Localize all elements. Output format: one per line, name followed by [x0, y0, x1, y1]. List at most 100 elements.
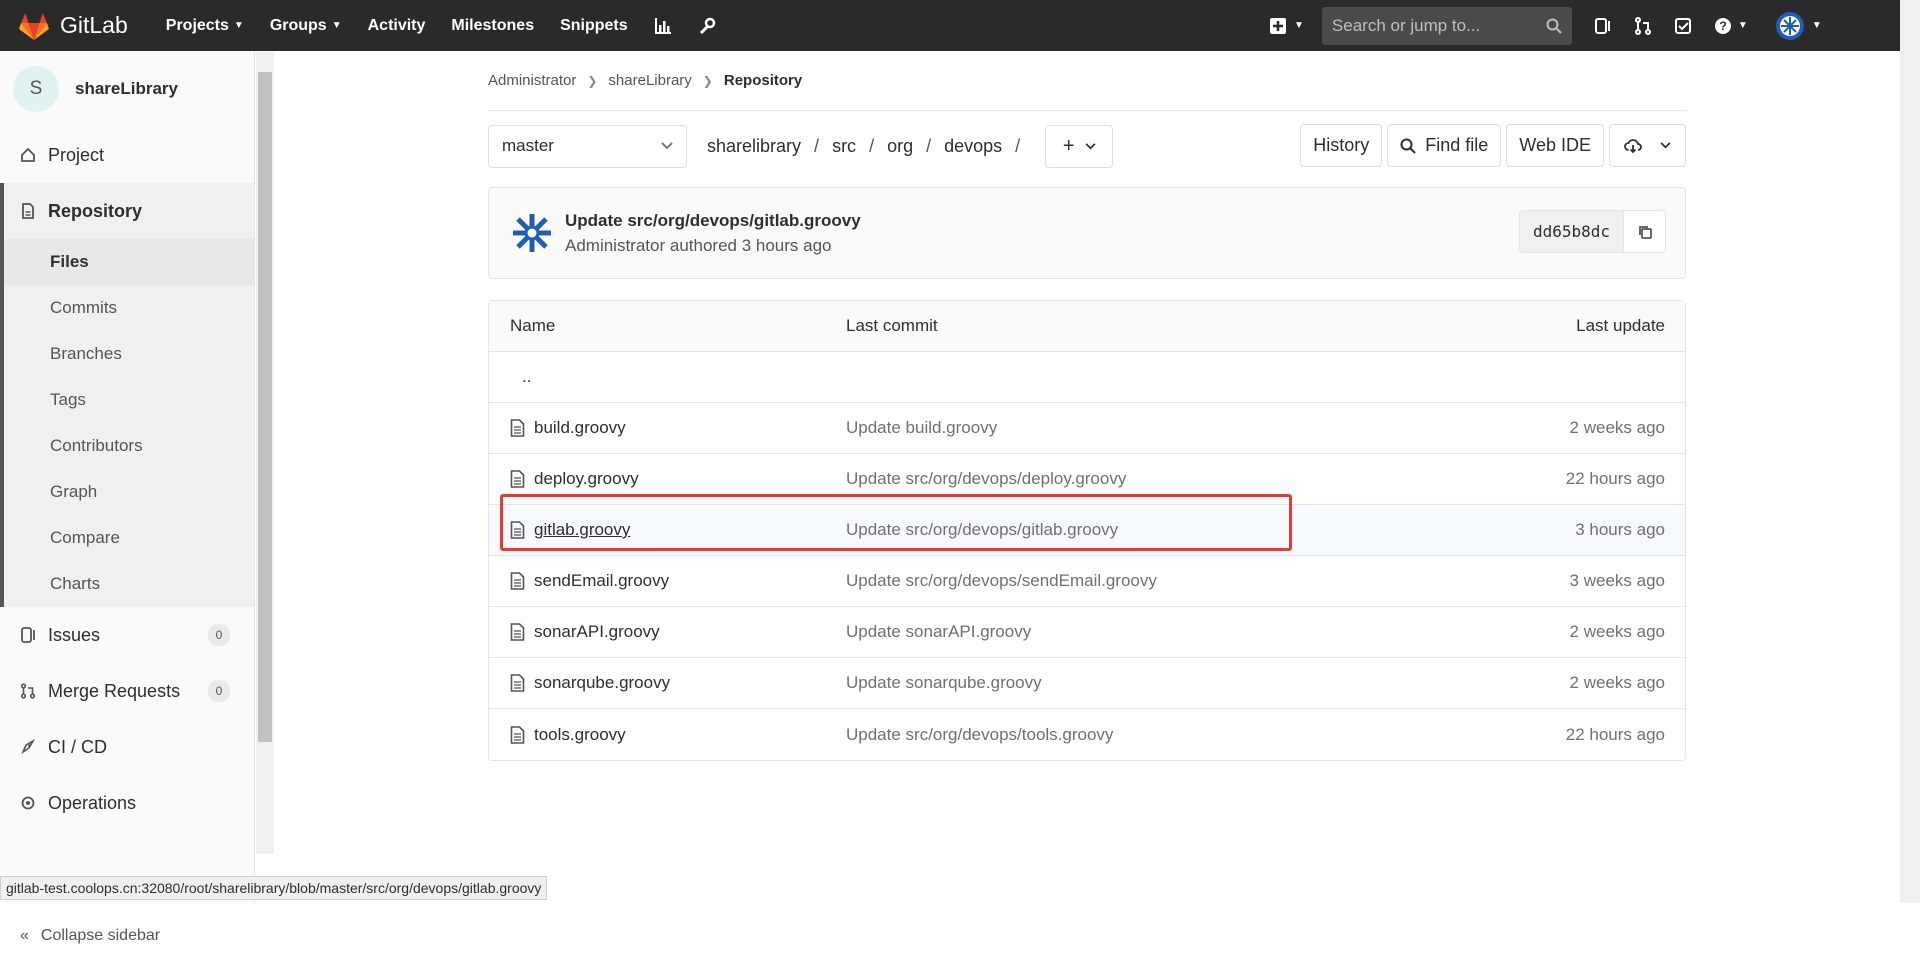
table-row[interactable]: gitlab.groovy Update src/org/devops/gitl… [489, 505, 1685, 556]
merge-request-icon[interactable] [1634, 16, 1652, 35]
file-icon [510, 521, 525, 539]
branch-select-value: master [502, 136, 554, 155]
nav-activity[interactable]: Activity [368, 17, 426, 35]
copy-icon [1638, 225, 1652, 239]
table-row-parent-dir[interactable]: .. [489, 352, 1685, 403]
commit-author-avatar[interactable] [511, 212, 553, 254]
file-link[interactable]: build.groovy [510, 418, 626, 438]
breadcrumb-sharelibrary[interactable]: shareLibrary [608, 72, 691, 89]
sidebar-item-contributors[interactable]: Contributors [0, 423, 254, 469]
web-ide-button[interactable]: Web IDE [1506, 124, 1604, 167]
sidebar-item-charts[interactable]: Charts [0, 561, 254, 607]
table-header: Name Last commit Last update [489, 301, 1685, 352]
user-avatar[interactable] [1775, 11, 1804, 40]
new-dropdown-button[interactable]: ▼ [1270, 17, 1304, 34]
breadcrumb-repository[interactable]: Repository [724, 72, 802, 89]
chevron-down-icon[interactable]: ▼ [1812, 20, 1822, 31]
document-icon [22, 203, 34, 219]
table-row[interactable]: build.groovy Update build.groovy 2 weeks… [489, 403, 1685, 454]
commit-sha[interactable]: dd65b8dc [1518, 210, 1624, 253]
row-commit-message[interactable]: Update src/org/devops/tools.groovy [846, 725, 1113, 745]
gitlab-logo[interactable]: GitLab [18, 11, 128, 41]
sidebar-item-merge-requests[interactable]: Merge Requests 0 [0, 663, 254, 719]
row-commit-message[interactable]: Update src/org/devops/gitlab.groovy [846, 520, 1118, 540]
file-link[interactable]: sonarAPI.groovy [510, 622, 660, 642]
find-file-button[interactable]: Find file [1387, 124, 1502, 167]
table-row[interactable]: sonarAPI.groovy Update sonarAPI.groovy 2… [489, 607, 1685, 658]
sidebar-item-compare[interactable]: Compare [0, 515, 254, 561]
sidebar-item-operations[interactable]: Operations [0, 775, 254, 831]
add-to-tree-button[interactable]: + [1045, 124, 1114, 168]
nav-groups-label: Groups [269, 16, 327, 34]
file-link[interactable]: gitlab.groovy [510, 520, 630, 540]
sidebar-item-tags[interactable]: Tags [0, 377, 254, 423]
todo-icon[interactable] [1674, 17, 1692, 35]
header-last-commit: Last commit [846, 316, 938, 335]
file-name: deploy.groovy [534, 469, 639, 488]
parent-directory-link[interactable]: .. [522, 367, 531, 387]
table-row[interactable]: sonarqube.groovy Update sonarqube.groovy… [489, 658, 1685, 709]
brand-name: GitLab [60, 12, 128, 38]
sidebar-item-label: CI / CD [48, 736, 108, 757]
breadcrumb-administrator[interactable]: Administrator [488, 72, 576, 89]
copy-sha-button[interactable] [1624, 210, 1666, 253]
nav-milestones[interactable]: Milestones [451, 17, 534, 35]
row-commit-message[interactable]: Update build.groovy [846, 418, 997, 438]
sidebar-item-graph[interactable]: Graph [0, 469, 254, 515]
file-link[interactable]: deploy.groovy [510, 469, 639, 489]
chevron-down-icon: ▼ [233, 20, 244, 31]
path-segment-devops[interactable]: devops [944, 136, 1002, 157]
main-content: Administrator ❯ shareLibrary ❯ Repositor… [488, 51, 1686, 761]
table-row[interactable]: tools.groovy Update src/org/devops/tools… [489, 709, 1685, 760]
nav-snippets[interactable]: Snippets [560, 17, 628, 35]
issues-icon[interactable] [1594, 17, 1612, 35]
file-name: sonarqube.groovy [534, 673, 671, 692]
row-commit-message[interactable]: Update sonarqube.groovy [846, 673, 1042, 693]
repo-path: sharelibrary / src / org / devops / [707, 136, 1033, 157]
file-icon [510, 470, 525, 488]
sidebar-item-commits[interactable]: Commits [0, 285, 254, 331]
sidebar-scrollbar-thumb[interactable] [258, 72, 272, 742]
branch-select[interactable]: master [488, 124, 687, 168]
path-segment-src[interactable]: src [832, 136, 856, 157]
nav-projects[interactable]: Projects ▼ [166, 17, 244, 35]
repository-submenu: Files Commits Branches Tags Contributors… [0, 239, 254, 607]
chevron-right-icon: ❯ [702, 73, 713, 88]
file-link[interactable]: tools.groovy [510, 725, 626, 745]
row-commit-message[interactable]: Update sonarAPI.groovy [846, 622, 1031, 642]
table-row[interactable]: deploy.groovy Update src/org/devops/depl… [489, 454, 1685, 505]
tree-toolbar: master sharelibrary / src / org / devops… [488, 111, 1686, 181]
sidebar-item-repository[interactable]: Repository [0, 183, 254, 239]
sidebar-project-header[interactable]: S shareLibrary [0, 51, 254, 127]
nav-groups[interactable]: Groups ▼ [270, 17, 342, 35]
sidebar-item-project[interactable]: Project [0, 127, 254, 183]
sidebar-item-issues[interactable]: Issues 0 [0, 607, 254, 663]
file-name: sendEmail.groovy [534, 571, 670, 590]
table-row[interactable]: sendEmail.groovy Update src/org/devops/s… [489, 556, 1685, 607]
row-commit-message[interactable]: Update src/org/devops/sendEmail.groovy [846, 571, 1157, 591]
window-scrollbar[interactable] [1900, 0, 1920, 903]
file-link[interactable]: sendEmail.groovy [510, 571, 669, 591]
collapse-sidebar-label: Collapse sidebar [40, 927, 161, 944]
history-button[interactable]: History [1300, 124, 1383, 167]
help-icon[interactable]: ? ▼ [1714, 17, 1748, 35]
commit-meta: Administrator authored 3 hours ago [565, 235, 832, 255]
row-commit-message[interactable]: Update src/org/devops/deploy.groovy [846, 469, 1126, 489]
chart-icon[interactable] [654, 17, 672, 35]
download-dropdown-button[interactable] [1609, 124, 1686, 167]
path-separator: / [926, 135, 932, 156]
nav-projects-label: Projects [165, 16, 229, 34]
path-segment-sharelibrary[interactable]: sharelibrary [707, 136, 801, 157]
chevron-right-icon: ❯ [587, 73, 598, 88]
chevron-down-icon: ▼ [331, 20, 342, 31]
sidebar-item-branches[interactable]: Branches [0, 331, 254, 377]
file-link[interactable]: sonarqube.groovy [510, 673, 670, 693]
wrench-icon[interactable] [698, 17, 716, 35]
sidebar-item-files[interactable]: Files [0, 239, 254, 285]
search-input[interactable]: Search or jump to... [1321, 6, 1572, 45]
collapse-sidebar-button[interactable]: « Collapse sidebar [0, 916, 255, 956]
find-file-label: Find file [1425, 135, 1489, 155]
commit-title[interactable]: Update src/org/devops/gitlab.groovy [565, 211, 861, 231]
path-segment-org[interactable]: org [887, 136, 913, 157]
sidebar-item-cicd[interactable]: CI / CD [0, 719, 254, 775]
